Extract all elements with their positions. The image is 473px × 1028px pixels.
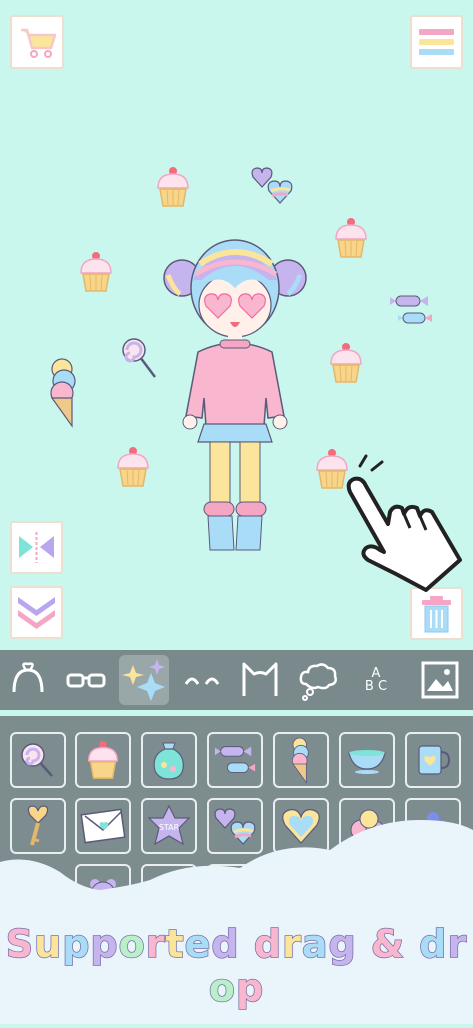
category-toolbar: A B C <box>0 650 473 710</box>
picture-frame-icon <box>421 661 459 699</box>
cupcake-sticker[interactable] <box>328 341 364 385</box>
lollipop-sticker[interactable] <box>120 336 160 380</box>
menu-button[interactable] <box>410 15 463 69</box>
cupcake-sticker[interactable] <box>155 165 191 209</box>
glasses-icon <box>66 673 106 688</box>
candies-icon <box>214 746 256 773</box>
menu-icon <box>419 29 454 55</box>
tab-thought-bubble[interactable] <box>292 654 344 706</box>
flip-button[interactable] <box>10 521 63 574</box>
tab-effects[interactable] <box>118 654 170 706</box>
cupcake-sticker[interactable] <box>333 216 369 260</box>
item-teacup[interactable] <box>339 732 395 788</box>
tab-background[interactable] <box>414 654 466 706</box>
caption-text: Supported drag & drop <box>5 921 468 1011</box>
headband-icon <box>12 662 44 693</box>
tab-cat-ears[interactable] <box>234 654 286 706</box>
character-doll[interactable] <box>160 230 310 564</box>
candy-bag-icon <box>153 742 184 780</box>
letters-bc-label: B C <box>364 679 388 694</box>
candies-sticker[interactable] <box>388 293 434 327</box>
double-chevron-down-icon <box>18 597 55 629</box>
layer-down-button[interactable] <box>10 586 63 639</box>
teacup-icon <box>348 750 386 774</box>
cupcake-icon <box>87 740 119 779</box>
item-mug[interactable] <box>405 732 461 788</box>
item-cupcake[interactable] <box>75 732 131 788</box>
eyebrows-icon <box>184 677 220 685</box>
thought-bubble-icon <box>299 663 337 701</box>
tab-glasses[interactable] <box>60 654 112 706</box>
ice-cream-sticker[interactable] <box>44 356 84 428</box>
item-lollipop[interactable] <box>10 732 66 788</box>
pointing-hand-icon <box>338 452 468 598</box>
sparkle-icon <box>119 655 169 705</box>
tab-headband[interactable] <box>2 654 54 706</box>
shop-cart-button[interactable] <box>10 15 64 69</box>
tab-letters[interactable]: A B C <box>350 654 402 706</box>
flip-icon <box>19 532 54 563</box>
ice-cream-icon <box>291 737 309 784</box>
cat-ears-icon <box>242 662 278 696</box>
item-candies[interactable] <box>207 732 263 788</box>
cupcake-sticker[interactable] <box>115 445 151 489</box>
mug-icon <box>418 745 451 775</box>
item-bag[interactable] <box>141 732 197 788</box>
cupcake-sticker[interactable] <box>78 250 114 294</box>
lollipop-icon <box>21 743 53 777</box>
cart-icon <box>21 28 57 58</box>
item-ice-cream[interactable] <box>273 732 329 788</box>
rainbow-hearts-sticker[interactable] <box>250 165 294 205</box>
tab-eyebrows[interactable] <box>176 654 228 706</box>
